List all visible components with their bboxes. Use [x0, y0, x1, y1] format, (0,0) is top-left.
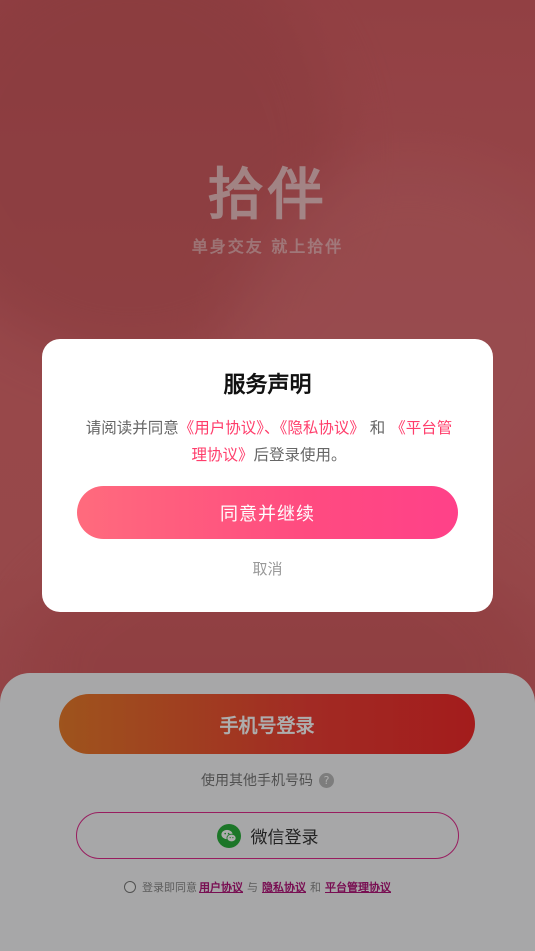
agree-continue-button[interactable]: 同意并继续 — [77, 486, 458, 539]
dialog-title: 服务声明 — [223, 373, 312, 398]
dialog-body-prefix: 请阅读并同意 — [85, 419, 179, 437]
dialog-body: 请阅读并同意《用户协议》、《隐私协议》 和 《平台管理协议》后登录使用。 — [80, 415, 458, 469]
dialog-separator: 、 — [264, 419, 280, 437]
dialog-and-text: 和 — [369, 419, 386, 437]
dialog-user-agreement-link[interactable]: 《用户协议》 — [179, 419, 264, 437]
dialog-privacy-agreement-link[interactable]: 《隐私协议》 — [280, 419, 365, 437]
cancel-button[interactable]: 取消 — [42, 558, 493, 579]
service-statement-dialog: 服务声明 请阅读并同意《用户协议》、《隐私协议》 和 《平台管理协议》后登录使用… — [42, 339, 493, 612]
dialog-body-suffix: 后登录使用。 — [253, 446, 347, 464]
login-screen: 拾伴 单身交友 就上拾伴 手机号登录 使用其他手机号码 ? 微信登录 登录即同意… — [0, 0, 535, 951]
